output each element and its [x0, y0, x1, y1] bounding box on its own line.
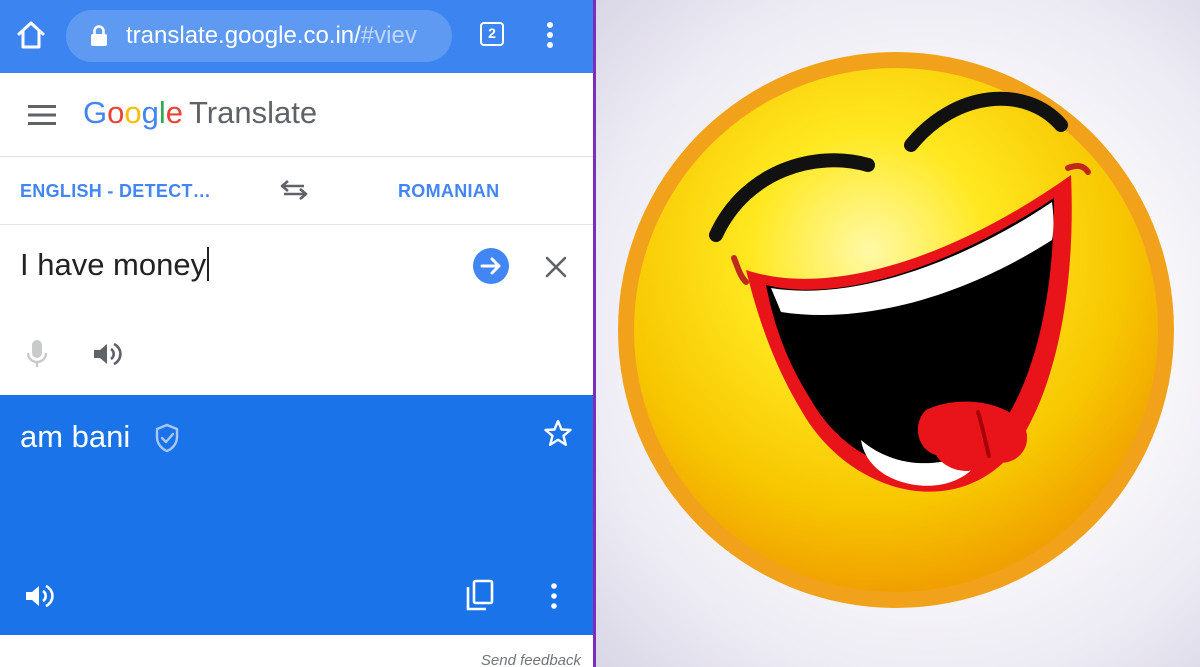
- source-text: I have money: [20, 247, 207, 282]
- listen-source-button[interactable]: [92, 341, 122, 367]
- url-faded: #viev: [360, 22, 417, 49]
- app-header: Google Translate: [0, 73, 593, 157]
- save-translation-button[interactable]: [543, 418, 573, 448]
- volume-icon: [26, 584, 54, 608]
- logo-letter: o: [107, 95, 125, 130]
- target-language-button[interactable]: ROMANIAN: [398, 181, 499, 202]
- star-icon: [544, 419, 572, 446]
- send-feedback-link[interactable]: Send feedback: [481, 652, 581, 667]
- translation-card: am bani: [0, 395, 593, 635]
- swap-languages-button[interactable]: [280, 179, 308, 201]
- verified-shield-icon[interactable]: [154, 423, 180, 453]
- lock-icon: [91, 25, 107, 46]
- more-vert-icon: [551, 583, 557, 609]
- clear-button[interactable]: [544, 255, 568, 279]
- copy-icon: [466, 579, 494, 611]
- translation-more-button[interactable]: [544, 581, 564, 611]
- translated-text: am bani: [20, 419, 131, 454]
- laughing-emoji-icon: [618, 52, 1174, 608]
- logo-letter: G: [83, 95, 108, 130]
- source-text-area[interactable]: I have money: [0, 225, 593, 395]
- address-bar[interactable]: translate.google.co.in/#viev: [66, 10, 452, 62]
- text-cursor: [207, 247, 210, 281]
- source-text-input[interactable]: I have money: [20, 247, 210, 283]
- logo-letter: e: [165, 95, 184, 130]
- voice-input-button[interactable]: [25, 339, 49, 369]
- tabs-icon[interactable]: 2: [480, 22, 504, 46]
- translate-button[interactable]: [473, 248, 509, 284]
- home-icon: [17, 21, 45, 49]
- close-icon: [545, 256, 567, 278]
- logo-letter: o: [124, 95, 142, 130]
- app-title: Translate: [189, 95, 318, 130]
- browser-toolbar: translate.google.co.in/#viev 2: [0, 0, 593, 73]
- url-visible: translate.google.co.in/: [126, 22, 361, 49]
- language-bar: ENGLISH - DETECT… ROMANIAN: [0, 157, 593, 225]
- listen-translation-button[interactable]: [24, 583, 54, 609]
- google-translate-logo: Google Translate: [83, 95, 317, 131]
- menu-button[interactable]: [28, 105, 56, 125]
- arrow-forward-icon: [480, 257, 501, 275]
- home-button[interactable]: [14, 18, 48, 52]
- logo-letter: l: [158, 95, 166, 130]
- menu-icon: [28, 105, 56, 125]
- logo-letter: g: [141, 95, 159, 130]
- laughing-emoji-panel: [596, 0, 1200, 667]
- volume-icon: [94, 342, 122, 366]
- copy-translation-button[interactable]: [466, 579, 494, 611]
- browser-menu-button[interactable]: [537, 18, 563, 52]
- source-language-button[interactable]: ENGLISH - DETECT…: [20, 181, 211, 202]
- mic-icon: [26, 340, 48, 367]
- phone-screen: translate.google.co.in/#viev 2 Google Tra…: [0, 0, 593, 667]
- more-vert-icon: [547, 22, 553, 48]
- swap-icon: [280, 180, 308, 200]
- url-text: translate.google.co.in/#viev: [126, 22, 417, 50]
